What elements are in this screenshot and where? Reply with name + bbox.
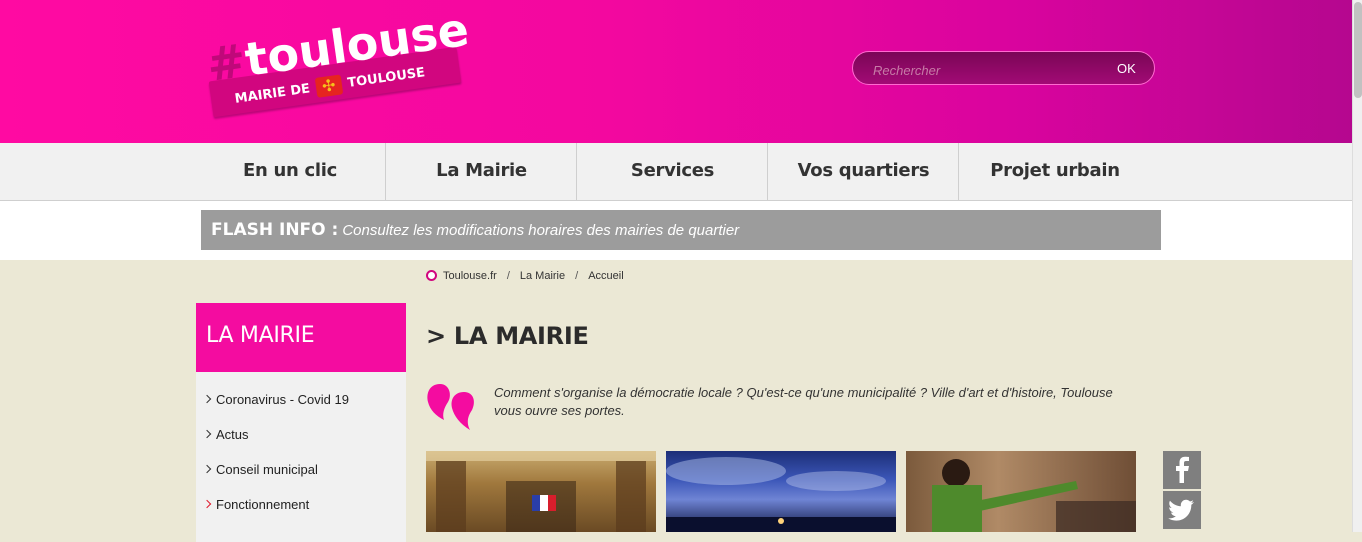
capitole-hall-image bbox=[426, 451, 656, 532]
breadcrumb-dot-icon bbox=[426, 270, 437, 281]
breadcrumb-item-home[interactable]: Toulouse.fr bbox=[443, 270, 497, 282]
page-scrollbar[interactable] bbox=[1352, 0, 1362, 532]
twitter-share-button[interactable] bbox=[1163, 491, 1201, 529]
breadcrumb: Toulouse.fr / La Mairie / Accueil bbox=[426, 270, 624, 282]
chevron-right-icon bbox=[202, 499, 212, 509]
scrollbar-thumb[interactable] bbox=[1354, 2, 1362, 98]
nav-item-services[interactable]: Services bbox=[576, 143, 768, 200]
page-title: > LA MAIRIE bbox=[426, 322, 589, 350]
chevron-right-icon bbox=[202, 394, 212, 404]
facebook-icon bbox=[1176, 456, 1189, 483]
nav-item-vos-quartiers[interactable]: Vos quartiers bbox=[767, 143, 959, 200]
twitter-icon bbox=[1168, 499, 1194, 521]
main-nav: En un clic La Mairie Services Vos quarti… bbox=[0, 143, 1352, 201]
flash-info-label: FLASH INFO : bbox=[211, 220, 339, 240]
breadcrumb-separator: / bbox=[506, 270, 510, 282]
sidebar-item-coronavirus[interactable]: Coronavirus - Covid 19 bbox=[202, 392, 349, 407]
occitan-cross-icon: ✣ bbox=[314, 74, 344, 98]
flash-info-bar: FLASH INFO : Consultez les modifications … bbox=[201, 210, 1161, 250]
nav-item-la-mairie[interactable]: La Mairie bbox=[385, 143, 577, 200]
nav-item-en-un-clic[interactable]: En un clic bbox=[195, 143, 385, 200]
search-ok-button[interactable]: OK bbox=[1111, 60, 1142, 77]
council-meeting-image bbox=[932, 459, 1136, 532]
pink-quote-icon bbox=[427, 384, 474, 430]
night-sky-image bbox=[666, 457, 896, 532]
breadcrumb-separator: / bbox=[575, 270, 579, 282]
sidebar-title: LA MAIRIE bbox=[196, 303, 406, 372]
search-input[interactable] bbox=[871, 60, 1075, 80]
flash-info-link[interactable]: Consultez les modifications horaires des… bbox=[342, 222, 739, 239]
sidebar-item-fonctionnement[interactable]: Fonctionnement bbox=[202, 497, 309, 512]
chevron-right-icon bbox=[202, 429, 212, 439]
breadcrumb-item-la-mairie[interactable]: La Mairie bbox=[520, 270, 565, 282]
sidebar-item-actus[interactable]: Actus bbox=[202, 427, 249, 442]
flash-info-section: FLASH INFO : Consultez les modifications … bbox=[0, 201, 1352, 260]
chevron-right-icon bbox=[202, 464, 212, 474]
night-sky-city-photo[interactable] bbox=[666, 451, 896, 532]
sidebar-menu: Coronavirus - Covid 19 Actus Conseil mun… bbox=[196, 372, 406, 542]
site-logo[interactable]: #toulouse MAIRIE DE ✣ TOULOUSE bbox=[198, 2, 498, 135]
facebook-share-button[interactable] bbox=[1163, 451, 1201, 489]
breadcrumb-item-current: Accueil bbox=[588, 270, 624, 282]
capitole-hall-photo[interactable] bbox=[426, 451, 656, 532]
council-meeting-photo[interactable] bbox=[906, 451, 1136, 532]
sidebar-item-conseil-municipal[interactable]: Conseil municipal bbox=[202, 462, 318, 477]
nav-item-projet-urbain[interactable]: Projet urbain bbox=[958, 143, 1151, 200]
intro-text: Comment s'organise la démocratie locale … bbox=[494, 385, 1113, 418]
site-header: #toulouse MAIRIE DE✣TOULOUSE OK bbox=[0, 0, 1352, 143]
search-box: OK bbox=[852, 51, 1155, 85]
